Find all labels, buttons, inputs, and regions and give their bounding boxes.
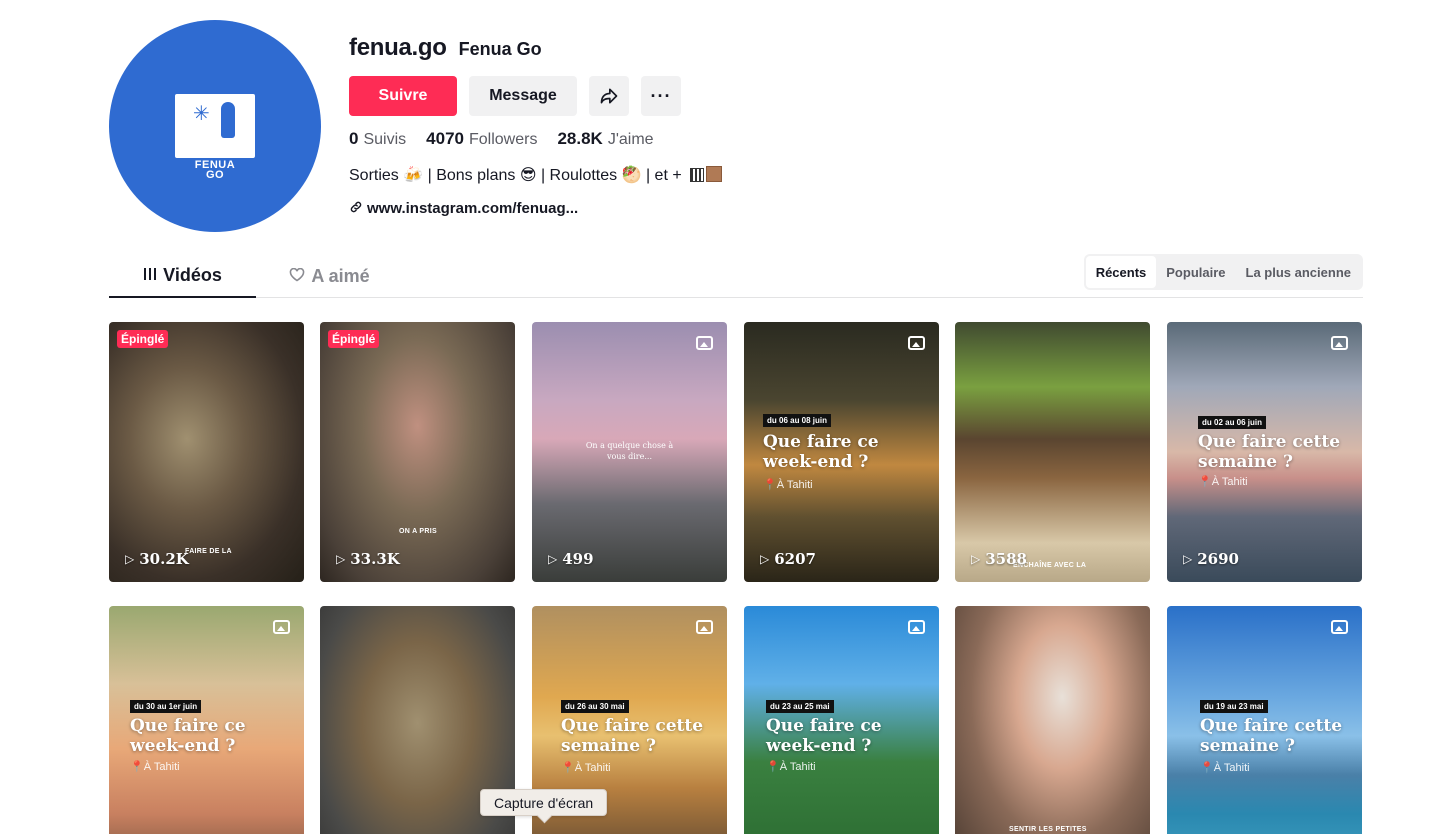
link-icon: [349, 200, 363, 217]
video-headline: Que faire cette semaine ?: [1198, 432, 1341, 472]
photo-icon: [908, 620, 925, 634]
photo-icon: [696, 336, 713, 350]
sort-toggle: Récents Populaire La plus ancienne: [1083, 254, 1363, 290]
play-icon: ▷: [1183, 552, 1193, 566]
bio-text: Sorties 🍻 | Bons plans 😎 | Roulottes 🥙 |…: [349, 167, 687, 184]
location-text: 📍À Tahiti: [130, 761, 180, 773]
photo-icon: [273, 620, 290, 634]
play-icon: ▷: [336, 552, 346, 566]
logo-box: [175, 94, 255, 158]
likes-count: 28.8K: [557, 129, 603, 148]
video-card[interactable]: ENCHAÎNE AVEC LA ▷ 3588: [955, 322, 1150, 582]
likes-stat: 28.8K J'aime: [557, 129, 653, 149]
follow-button[interactable]: Suivre: [349, 76, 457, 116]
photo-icon: [696, 620, 713, 634]
video-card[interactable]: du 23 au 25 mai Que faire ce week-end ? …: [744, 606, 939, 834]
view-count: ▷ 30.2K: [125, 550, 189, 568]
location-text: 📍À Tahiti: [766, 761, 816, 773]
date-tag: du 26 au 30 mai: [561, 700, 629, 713]
qr-emoji-icon: [690, 168, 705, 182]
video-card[interactable]: du 30 au 1er juin Que faire ce week-end …: [109, 606, 304, 834]
view-count: ▷ 6207: [760, 550, 816, 568]
likes-label: J'aime: [607, 131, 654, 148]
following-label: Suivis: [363, 131, 407, 148]
view-count: ▷ 3588: [971, 550, 1027, 568]
date-tag: du 06 au 08 juin: [763, 414, 832, 427]
sort-recent-button[interactable]: Récents: [1085, 256, 1157, 288]
heart-lock-icon: [289, 267, 305, 285]
date-tag: du 23 au 25 mai: [766, 700, 834, 713]
play-icon: ▷: [971, 552, 981, 566]
link-text: www.instagram.com/fenuag...: [367, 200, 579, 217]
date-tag: du 30 au 1er juin: [130, 700, 202, 713]
video-caption: ON A PRIS: [399, 528, 437, 535]
profile-avatar: ✳ FENUA GO: [109, 20, 321, 232]
view-count: ▷ 2690: [1183, 550, 1239, 568]
followers-stat[interactable]: 4070 Followers: [426, 129, 537, 149]
video-caption: FAIRE DE LA: [185, 548, 232, 555]
date-tag: du 19 au 23 mai: [1200, 700, 1268, 713]
fenua-go-logo: ✳ FENUA GO: [175, 94, 255, 181]
following-count: 0: [349, 129, 359, 148]
username: fenua.go: [349, 34, 447, 61]
tab-liked-label: A aimé: [311, 265, 370, 286]
video-card[interactable]: On a quelque chose à vous dire... ▷ 499: [532, 322, 727, 582]
location-text: 📍À Tahiti: [763, 479, 813, 491]
video-card[interactable]: Épinglé ON A PRIS ▷ 33.3K: [320, 322, 515, 582]
video-headline: Que faire ce week-end ?: [766, 716, 882, 756]
following-stat[interactable]: 0 Suivis: [349, 129, 406, 149]
profile-stats: 0 Suivis 4070 Followers 28.8K J'aime: [349, 129, 654, 149]
view-count: ▷ 499: [548, 550, 594, 568]
video-headline: Que faire cette semaine ?: [561, 716, 704, 756]
video-card[interactable]: Épinglé FAIRE DE LA ▷ 30.2K: [109, 322, 304, 582]
profile-tabs: Vidéos A aimé Récents Populaire La plus …: [109, 254, 1363, 298]
photo-icon: [908, 336, 925, 350]
surfboard-icon: [221, 102, 235, 138]
view-count: ▷ 33.3K: [336, 550, 400, 568]
profile-link[interactable]: www.instagram.com/fenuag...: [349, 200, 578, 217]
sort-popular-button[interactable]: Populaire: [1156, 256, 1235, 288]
location-text: 📍À Tahiti: [1200, 762, 1250, 774]
video-card[interactable]: du 02 au 06 juin Que faire cette semaine…: [1167, 322, 1362, 582]
play-icon: ▷: [125, 552, 135, 566]
screenshot-tooltip: Capture d'écran: [480, 789, 608, 816]
video-caption: SENTIR LES PETITES: [1009, 826, 1087, 833]
followers-count: 4070: [426, 129, 464, 148]
grid-lines-icon: [143, 267, 157, 284]
sun-icon: ✳: [193, 103, 210, 125]
share-button[interactable]: [589, 76, 629, 116]
video-headline: Que faire cette semaine ?: [1200, 716, 1343, 756]
photo-icon: [1331, 620, 1348, 634]
tab-videos[interactable]: Vidéos: [109, 255, 256, 298]
video-card[interactable]: du 19 au 23 mai Que faire cette semaine …: [1167, 606, 1362, 834]
logo-text: FENUA GO: [194, 159, 236, 181]
tab-liked[interactable]: A aimé: [256, 255, 403, 297]
location-text: 📍À Tahiti: [561, 762, 611, 774]
date-tag: du 02 au 06 juin: [1198, 416, 1267, 429]
more-button[interactable]: ···: [641, 76, 681, 116]
pinned-badge: Épinglé: [328, 330, 380, 348]
video-headline: Que faire ce week-end ?: [130, 716, 246, 756]
message-button[interactable]: Message: [469, 76, 577, 116]
tab-videos-label: Vidéos: [163, 265, 222, 285]
video-headline: Que faire ce week-end ?: [763, 432, 879, 472]
nickname: Fenua Go: [458, 39, 542, 59]
location-text: 📍À Tahiti: [1198, 476, 1248, 488]
sort-oldest-button[interactable]: La plus ancienne: [1236, 256, 1361, 288]
brown-square-emoji-icon: [706, 166, 723, 182]
photo-icon: [1331, 336, 1348, 350]
more-icon: ···: [650, 85, 672, 106]
followers-label: Followers: [468, 131, 538, 148]
play-icon: ▷: [548, 552, 558, 566]
video-overlay-text: On a quelque chose à vous dire...: [585, 441, 674, 461]
video-card[interactable]: SENTIR LES PETITES: [955, 606, 1150, 834]
pinned-badge: Épinglé: [117, 330, 169, 348]
profile-bio: Sorties 🍻 | Bons plans 😎 | Roulottes 🥙 |…: [349, 165, 723, 185]
share-icon: [600, 88, 618, 104]
profile-actions: Suivre Message ···: [349, 76, 681, 116]
video-card[interactable]: du 06 au 08 juin Que faire ce week-end ?…: [744, 322, 939, 582]
play-icon: ▷: [760, 552, 770, 566]
